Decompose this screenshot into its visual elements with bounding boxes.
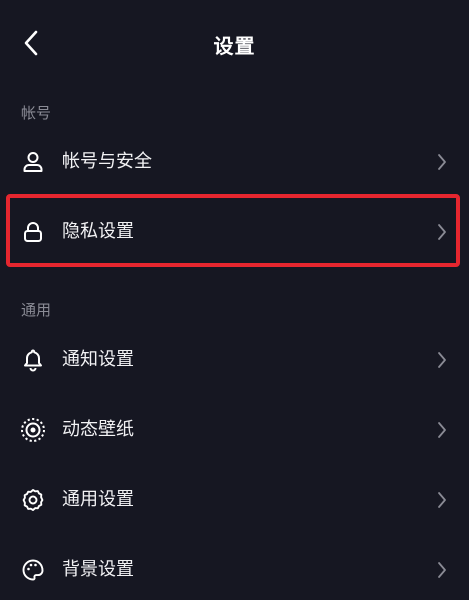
chevron-right-icon (438, 224, 446, 240)
live-wallpaper-icon (20, 417, 46, 443)
settings-item-label: 背景设置 (62, 559, 134, 580)
settings-item-general[interactable]: 通用设置 (0, 470, 469, 530)
page-title: 设置 (213, 34, 256, 58)
settings-item-live-wallpaper[interactable]: 动态壁纸 (0, 400, 469, 460)
settings-item-privacy[interactable]: 隐私设置 (0, 202, 469, 262)
settings-item-label: 通用设置 (62, 489, 134, 510)
top-navigation-bar: 设置 (0, 0, 469, 88)
settings-item-label: 通知设置 (62, 349, 134, 370)
settings-item-account-security[interactable]: 帐号与安全 (0, 132, 469, 192)
gear-icon (20, 487, 46, 513)
settings-item-label: 隐私设置 (62, 221, 134, 242)
settings-item-background[interactable]: 背景设置 (0, 540, 469, 600)
lock-icon (20, 219, 46, 245)
chevron-right-icon (438, 154, 446, 170)
settings-item-label: 帐号与安全 (62, 151, 152, 172)
chevron-right-icon (438, 492, 446, 508)
user-icon (20, 149, 46, 175)
section-title-general: 通用 (21, 301, 52, 319)
chevron-right-icon (438, 422, 446, 438)
settings-item-label: 动态壁纸 (62, 419, 134, 440)
palette-icon (20, 557, 46, 583)
chevron-right-icon (438, 352, 446, 368)
section-title-account: 帐号 (21, 104, 52, 122)
chevron-right-icon (438, 562, 446, 578)
bell-icon (20, 347, 46, 373)
settings-item-notifications[interactable]: 通知设置 (0, 330, 469, 390)
